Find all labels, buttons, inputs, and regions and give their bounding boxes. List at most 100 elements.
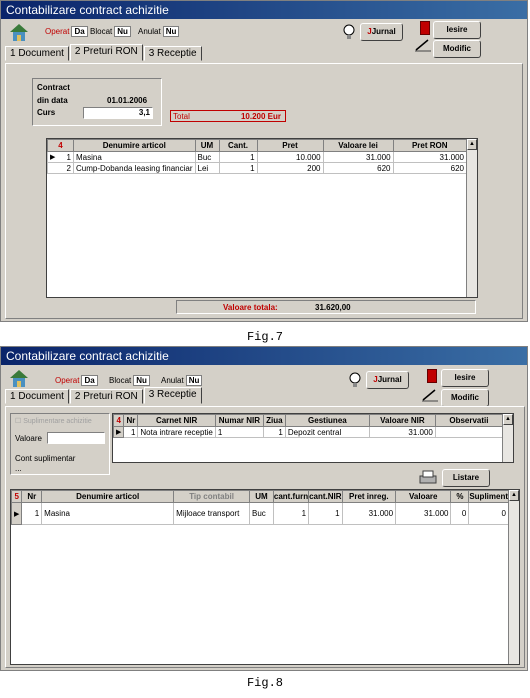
tab-preturi-ron[interactable]: 2 Preturi RON — [69, 389, 143, 404]
scroll-up-icon[interactable]: ▲ — [509, 490, 519, 501]
scroll-up-icon[interactable]: ▲ — [467, 139, 477, 150]
cell-supliment[interactable]: 0 — [468, 502, 509, 525]
col-procent[interactable]: % — [450, 490, 470, 503]
caption-fig7: Fig.7 — [246, 330, 283, 344]
cell-valoare-nir[interactable]: 31.000 — [368, 426, 436, 438]
lightbulb-icon[interactable] — [342, 23, 356, 41]
cell-cant[interactable]: 1 — [218, 151, 258, 163]
jurnal-button[interactable]: JJurnal — [366, 371, 409, 389]
cell-um[interactable]: Buc — [194, 151, 220, 163]
caption-fig8: Fig.8 — [246, 676, 283, 690]
grid-scrollbar[interactable]: ▲ — [466, 139, 477, 297]
modific-button[interactable]: Modific — [433, 40, 481, 58]
cell-observatii[interactable] — [434, 426, 504, 438]
flag-blocat[interactable]: Blocat Nu — [109, 375, 150, 386]
col-pret-inreg[interactable]: Pret inreg. — [341, 490, 397, 503]
tab-preturi-ron[interactable]: 2 Preturi RON — [69, 44, 143, 61]
modific-button[interactable]: Modific — [441, 389, 489, 407]
cell-cant-nir[interactable]: 1 — [308, 502, 343, 525]
home-icon[interactable] — [7, 22, 33, 42]
col-nr[interactable]: Nr — [123, 414, 139, 427]
suplimentare-checkbox[interactable]: ☐ Suplimentare achizitie — [15, 417, 92, 425]
cell-pret-ron[interactable]: 31.000 — [392, 151, 468, 163]
tab-receptie[interactable]: 3 Receptie — [143, 387, 202, 404]
cell-valoare-lei[interactable]: 620 — [322, 162, 394, 174]
iesire-button[interactable]: Iesire — [441, 369, 489, 387]
col-valoare-lei[interactable]: Valoare lei — [322, 139, 394, 152]
flag-anulat[interactable]: Anulat Nu — [161, 375, 203, 386]
cell-tip-contabil[interactable]: Mijloace transport — [173, 502, 250, 525]
lightbulb-icon[interactable] — [348, 371, 362, 389]
cell-valoare[interactable]: 31.000 — [395, 502, 452, 525]
valoare-label: Valoare — [15, 434, 42, 443]
cell-denumire[interactable]: Masina — [73, 151, 196, 163]
col-valoare-nir[interactable]: Valoare NIR — [368, 414, 436, 427]
cell-numar-nir[interactable]: 1 — [214, 426, 264, 438]
total-box: Total 10.200 Eur — [170, 110, 286, 122]
table-row[interactable]: ▶ 1 Masina Mijloace transport Buc 1 1 31… — [10, 502, 509, 525]
col-numar-nir[interactable]: Numar NIR — [214, 414, 264, 427]
col-gestiunea[interactable]: Gestiunea — [284, 414, 370, 427]
col-um[interactable]: UM — [194, 139, 220, 152]
cell-pret[interactable]: 10.000 — [256, 151, 324, 163]
tab-document[interactable]: 1 Document — [5, 46, 69, 61]
nir-scrollbar[interactable]: ▲ — [502, 414, 513, 462]
total-value: 10.200 Eur — [240, 112, 281, 121]
cell-gestiunea[interactable]: Depozit central — [284, 426, 370, 438]
row-selector-icon[interactable]: ▶ — [10, 502, 23, 525]
cell-pret-inreg[interactable]: 31.000 — [341, 502, 397, 525]
cell-um[interactable]: Buc — [248, 502, 274, 525]
tab-document[interactable]: 1 Document — [5, 389, 69, 404]
tab-receptie[interactable]: 3 Receptie — [143, 46, 202, 61]
cell-pret[interactable]: 200 — [256, 162, 324, 174]
curs-field[interactable]: 3,1 — [83, 107, 153, 119]
cell-um[interactable]: Lei — [194, 162, 220, 174]
cell-valoare-lei[interactable]: 31.000 — [322, 151, 394, 163]
printer-icon[interactable] — [418, 470, 438, 486]
col-observatii[interactable]: Observatii — [434, 414, 504, 427]
articles-table: 4 Denumire articol UM Cant. Pret Valoare… — [47, 139, 468, 174]
row-selector-icon[interactable]: ▶ — [112, 426, 125, 438]
cell-carnet-nir[interactable]: Nota intrare receptie — [137, 426, 216, 438]
col-tip-contabil[interactable]: Tip contabil — [173, 490, 250, 503]
col-ziua[interactable]: Ziua — [262, 414, 286, 427]
cell-pret-ron[interactable]: 620 — [392, 162, 468, 174]
articles-scrollbar[interactable]: ▲ — [508, 490, 519, 664]
col-nr[interactable]: Nr — [21, 490, 43, 503]
col-supliment[interactable]: Supliment — [468, 490, 509, 503]
col-denumire[interactable]: Denumire articol — [41, 490, 175, 503]
flag-blocat[interactable]: Blocat Nu — [90, 26, 131, 37]
valoare-field[interactable] — [47, 432, 105, 444]
cell-nr[interactable]: 1 — [123, 426, 139, 438]
iesire-button[interactable]: Iesire — [433, 21, 481, 39]
jurnal-button[interactable]: JJurnal — [360, 23, 403, 41]
col-cant-furn[interactable]: cant.furn — [272, 490, 310, 503]
col-cant[interactable]: Cant. — [218, 139, 258, 152]
col-carnet-nir[interactable]: Carnet NIR — [137, 414, 216, 427]
cell-ziua[interactable]: 1 — [262, 426, 286, 438]
col-denumire[interactable]: Denumire articol — [73, 139, 196, 152]
listare-button[interactable]: Listare — [442, 469, 490, 487]
cell-cant[interactable]: 1 — [218, 162, 258, 174]
col-pret-ron[interactable]: Pret RON — [392, 139, 468, 152]
col-pret[interactable]: Pret — [256, 139, 324, 152]
articles-grid: 5 Nr Denumire articol Tip contabil UM ca… — [10, 489, 520, 665]
cell-procent[interactable]: 0 — [450, 502, 470, 525]
table-row[interactable]: ▶ 1 Nota intrare receptie 1 1 Depozit ce… — [112, 426, 504, 438]
cell-cant-furn[interactable]: 1 — [272, 502, 310, 525]
cell-denumire[interactable]: Cump-Dobanda leasing financiar — [73, 162, 196, 174]
window-fig7: Contabilizare contract achizitie Operat D… — [0, 0, 528, 322]
col-um[interactable]: UM — [248, 490, 274, 503]
table-row[interactable]: ▶ 1 Masina Buc 1 10.000 31.000 31.000 — [47, 151, 468, 163]
cell-nr[interactable]: 1 — [21, 502, 43, 525]
flag-operat[interactable]: Operat Da — [45, 26, 88, 37]
cont-suplimentar-label: Cont suplimentar — [15, 454, 76, 463]
table-row[interactable]: 2 Cump-Dobanda leasing financiar Lei 1 2… — [47, 162, 468, 174]
flag-anulat[interactable]: Anulat Nu — [138, 26, 180, 37]
flag-operat[interactable]: Operat Da — [55, 375, 98, 386]
col-valoare[interactable]: Valoare — [395, 490, 452, 503]
home-icon[interactable] — [7, 368, 33, 388]
scroll-up-icon[interactable]: ▲ — [503, 414, 513, 425]
cell-denumire[interactable]: Masina — [41, 502, 175, 525]
col-cant-nir[interactable]: cant.NIR — [308, 490, 343, 503]
